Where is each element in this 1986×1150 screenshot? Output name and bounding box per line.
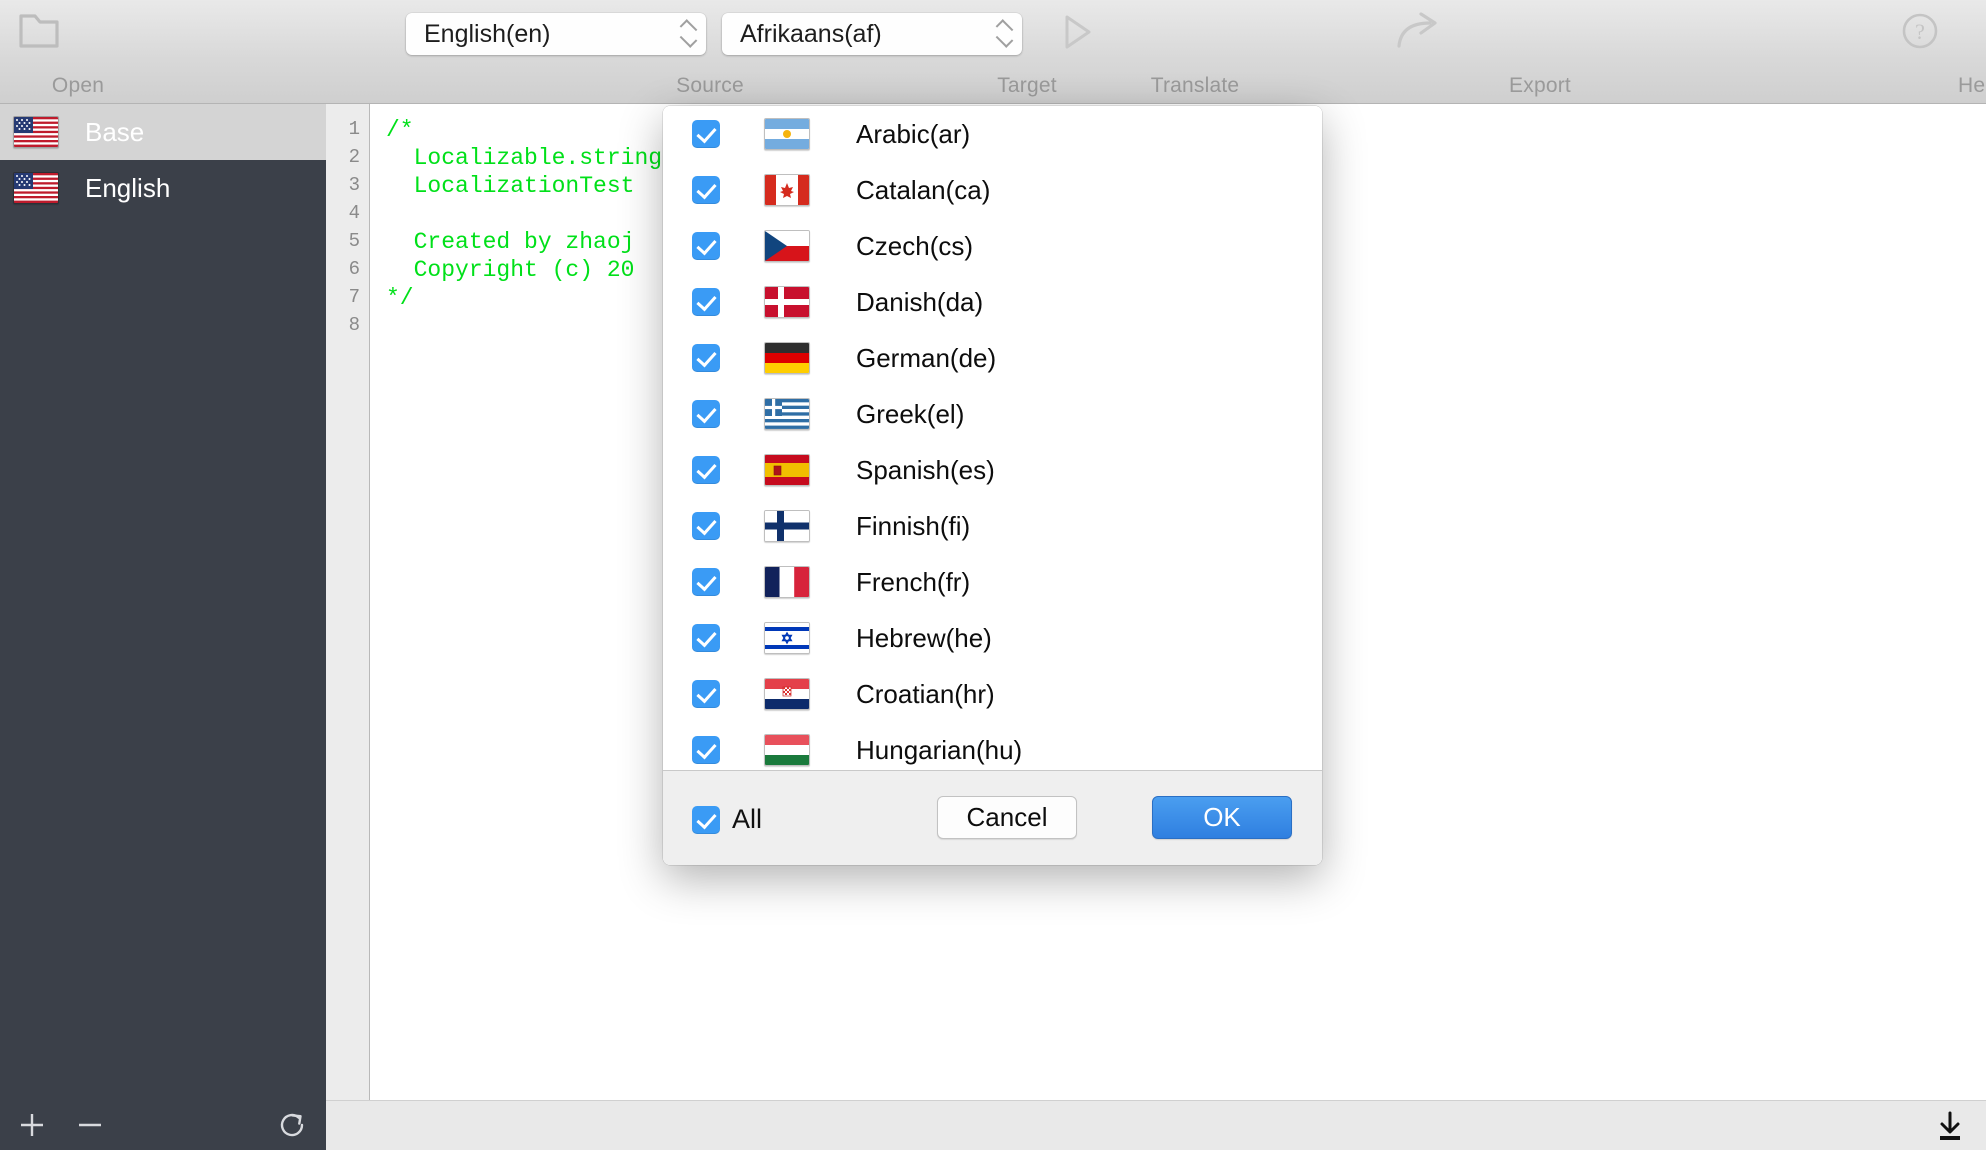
list-item[interactable]: Hebrew(he) (663, 610, 1322, 666)
flag-hr-icon (764, 678, 810, 710)
select-all-checkbox[interactable] (692, 805, 720, 834)
flag-us-icon (13, 116, 59, 148)
language-checkbox[interactable] (692, 232, 720, 260)
sidebar-item-base[interactable]: Base (0, 104, 326, 160)
source-language-select[interactable]: English(en) (406, 13, 706, 55)
flag-es-icon (764, 454, 810, 486)
language-label: French(fr) (856, 566, 971, 597)
language-checkbox[interactable] (692, 344, 720, 372)
toolbar: Open Source English(en) Target Afrikaans… (0, 0, 1986, 104)
language-checkbox[interactable] (692, 512, 720, 540)
language-checkbox[interactable] (692, 176, 720, 204)
list-item[interactable]: Croatian(hr) (663, 666, 1322, 722)
dialog-footer: All Cancel OK (663, 770, 1322, 865)
code-content: /* Localizable.strings LocalizationTest … (386, 117, 676, 311)
list-item[interactable]: Arabic(ar) (663, 106, 1322, 162)
line-number: 1 (348, 118, 360, 140)
language-label: German(de) (856, 342, 997, 373)
language-label: Hebrew(he) (856, 622, 992, 653)
flag-hu-icon (764, 734, 810, 766)
flag-cs-icon (764, 230, 810, 262)
flag-fi-icon (764, 510, 810, 542)
export-button[interactable]: Export (1300, 0, 1571, 104)
list-item[interactable]: German(de) (663, 330, 1322, 386)
question-mark-circle-icon: ? (1860, 8, 1980, 64)
sidebar-item-english[interactable]: English (0, 160, 326, 216)
language-label: Czech(cs) (856, 230, 974, 261)
line-number: 3 (348, 174, 360, 196)
list-item[interactable]: Danish(da) (663, 274, 1322, 330)
language-label: Danish(da) (856, 286, 984, 317)
list-item[interactable]: Czech(cs) (663, 218, 1322, 274)
flag-el-icon (764, 398, 810, 430)
list-item[interactable]: French(fr) (663, 554, 1322, 610)
language-label: Spanish(es) (856, 454, 995, 485)
flag-he-icon (764, 622, 810, 654)
reload-icon[interactable] (272, 1105, 312, 1150)
flag-ar-icon (764, 118, 810, 150)
remove-language-button[interactable] (70, 1105, 110, 1150)
language-checkbox[interactable] (692, 288, 720, 316)
language-checkbox[interactable] (692, 736, 720, 764)
chevron-updown-icon (680, 19, 696, 49)
sidebar-item-label: English (85, 172, 171, 203)
list-item[interactable]: Catalan(ca) (663, 162, 1322, 218)
flag-de-icon (764, 342, 810, 374)
line-number: 2 (348, 146, 360, 168)
language-label: Finnish(fi) (856, 510, 971, 541)
source-language-value: English(en) (424, 19, 551, 48)
language-checkbox[interactable] (692, 680, 720, 708)
flag-da-icon (764, 286, 810, 318)
help-label: Help (1958, 74, 1986, 97)
cancel-button[interactable]: Cancel (937, 796, 1077, 839)
language-label: Hungarian(hu) (856, 734, 1023, 765)
line-number: 5 (348, 230, 360, 252)
flag-fr-icon (764, 566, 810, 598)
editor-footer (326, 1100, 1986, 1150)
language-checkbox[interactable] (692, 400, 720, 428)
language-checkbox[interactable] (692, 120, 720, 148)
language-checkbox[interactable] (692, 624, 720, 652)
flag-ca-icon (764, 174, 810, 206)
line-number: 6 (348, 258, 360, 280)
list-item[interactable]: Greek(el) (663, 386, 1322, 442)
sidebar-footer (0, 1100, 326, 1150)
line-number: 7 (348, 286, 360, 308)
flag-us-icon (13, 172, 59, 204)
language-checkbox[interactable] (692, 456, 720, 484)
language-label: Catalan(ca) (856, 174, 991, 205)
translate-label: Translate (1150, 74, 1240, 97)
language-label: Croatian(hr) (856, 678, 995, 709)
list-item[interactable]: Hungarian(hu) (663, 722, 1322, 770)
language-picker-dialog: Arabic(ar) Catalan(ca) Czech(cs) Danish(… (663, 106, 1322, 865)
app-window: Open Source English(en) Target Afrikaans… (0, 0, 1986, 1150)
line-number-gutter: 1 2 3 4 5 6 7 8 (326, 104, 370, 1100)
download-icon[interactable] (1930, 1107, 1970, 1150)
select-all-label: All (732, 804, 763, 834)
share-arrow-icon (1300, 8, 1540, 64)
ok-button[interactable]: OK (1152, 796, 1292, 839)
play-triangle-icon (955, 8, 1195, 64)
add-language-button[interactable] (12, 1105, 52, 1150)
select-all-group[interactable]: All (692, 804, 762, 835)
language-sidebar: Base English (0, 104, 326, 1100)
line-number: 4 (348, 202, 360, 224)
list-item[interactable]: Finnish(fi) (663, 498, 1322, 554)
open-button[interactable]: Open (0, 0, 104, 104)
svg-text:?: ? (1915, 19, 1925, 44)
language-checkbox[interactable] (692, 568, 720, 596)
open-label: Open (51, 74, 105, 97)
sidebar-item-label: Base (85, 116, 145, 147)
language-label: Greek(el) (856, 398, 965, 429)
translate-button[interactable]: Translate (955, 0, 1239, 104)
list-item[interactable]: Spanish(es) (663, 442, 1322, 498)
language-list[interactable]: Arabic(ar) Catalan(ca) Czech(cs) Danish(… (663, 106, 1322, 770)
export-label: Export (1509, 74, 1571, 97)
line-number: 8 (348, 314, 360, 336)
language-label: Arabic(ar) (856, 118, 971, 149)
help-button[interactable]: ? Help (1860, 0, 1986, 104)
folder-icon (0, 8, 78, 64)
